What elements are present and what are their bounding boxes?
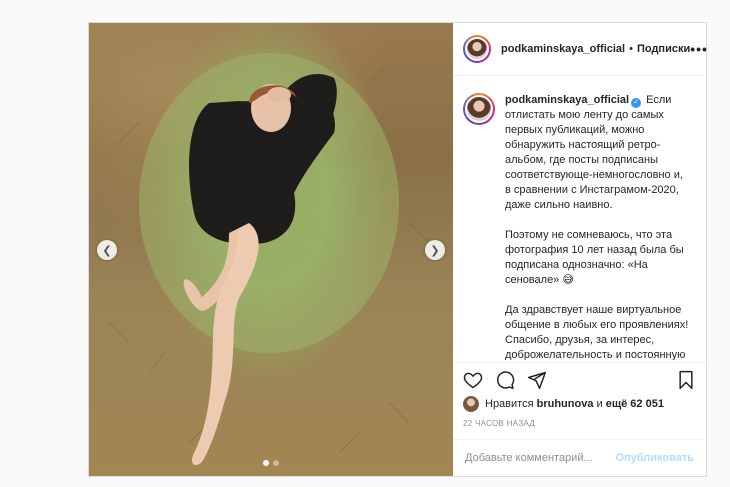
likes-summary: Нравится bruhunova и ещё 62 051 [463, 396, 664, 412]
comment-form: Опубликовать [453, 439, 706, 476]
likes-prefix: Нравится [485, 398, 534, 410]
carousel-indicator [89, 460, 453, 466]
paper-plane-icon[interactable] [527, 370, 547, 395]
heart-icon[interactable] [463, 370, 483, 395]
avatar[interactable] [463, 396, 479, 412]
avatar[interactable] [463, 35, 491, 63]
liker-username[interactable]: bruhunova [537, 398, 594, 410]
chevron-right-icon: ❯ [430, 244, 440, 257]
carousel-prev-button[interactable]: ❮ [97, 240, 117, 260]
caption-paragraph: Да здравствует наше виртуальное общение … [505, 304, 689, 360]
likes-count[interactable]: ещё 62 051 [606, 398, 664, 410]
post-card: ❮ ❯ podkaminskaya_official • Подписки ••… [88, 22, 707, 477]
following-button[interactable]: Подписки [637, 43, 690, 55]
carousel-dot-active [263, 460, 269, 466]
comment-input[interactable] [463, 451, 616, 465]
publish-comment-button[interactable]: Опубликовать [615, 452, 694, 464]
post-timestamp[interactable]: 22 ЧАСОВ НАЗАД [463, 419, 535, 428]
more-options-icon[interactable]: ••• [690, 41, 708, 57]
likes-middle: и [596, 398, 603, 410]
photo-illustration [108, 53, 430, 465]
carousel-dot [273, 460, 279, 466]
post-header: podkaminskaya_official • Подписки ••• [453, 23, 708, 76]
caption-text: podkaminskaya_official ✓ Если отлистать м… [505, 93, 690, 360]
chevron-left-icon: ❮ [102, 244, 112, 257]
caption-paragraph: Поэтому не сомневаюсь, что эта фотографи… [505, 229, 684, 286]
post-sidebar: podkaminskaya_official • Подписки ••• po… [453, 23, 708, 476]
caption-paragraph: Если отлистать мою ленту до самых первых… [505, 94, 683, 211]
bookmark-icon[interactable] [676, 370, 696, 395]
author-username[interactable]: podkaminskaya_official [501, 43, 625, 55]
header-separator: • [629, 43, 633, 55]
verified-badge-icon: ✓ [631, 98, 642, 108]
carousel-next-button[interactable]: ❯ [425, 240, 445, 260]
caption: podkaminskaya_official ✓ Если отлистать м… [453, 77, 706, 360]
avatar[interactable] [463, 93, 495, 125]
post-photo[interactable]: ❮ ❯ [89, 23, 453, 476]
comment-icon[interactable] [495, 370, 515, 395]
caption-area[interactable]: podkaminskaya_official ✓ Если отлистать м… [453, 77, 706, 360]
caption-username[interactable]: podkaminskaya_official [505, 94, 629, 106]
